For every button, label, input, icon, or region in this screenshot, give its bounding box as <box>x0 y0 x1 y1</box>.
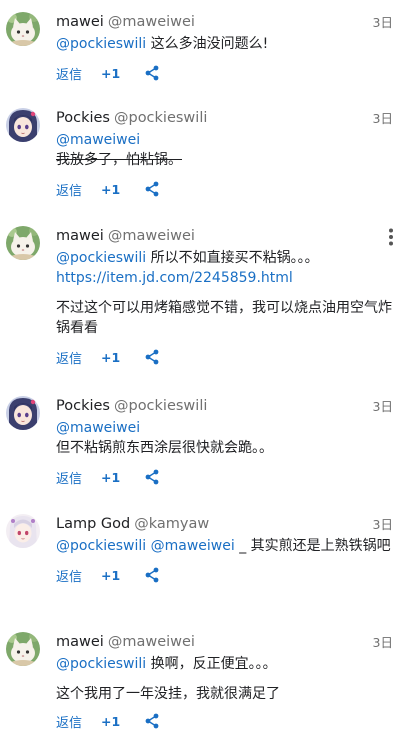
author-handle[interactable]: @pockieswili <box>114 398 207 414</box>
comment-body: @pockieswili 所以不如直接买不粘锅。。。 https://item.… <box>56 248 393 338</box>
author-name[interactable]: mawei <box>56 228 104 244</box>
comment-date: 3日 <box>372 399 393 414</box>
comment-text: 我放多了，怕粘锅。 <box>56 152 182 168</box>
share-icon[interactable] <box>145 349 159 365</box>
comment: Pockies @pockieswili 3日 @maweiwei 但不粘锅煎东西… <box>0 396 409 487</box>
comment-date: 3日 <box>372 15 393 30</box>
comment-body: @maweiwei 我放多了，怕粘锅。 <box>56 130 393 170</box>
comment-text: 这么多油没问题么! <box>146 36 269 52</box>
reply-button[interactable]: 返信 <box>56 180 82 199</box>
comment-actions: 返信 +1 <box>56 565 393 585</box>
mention-link[interactable]: @maweiwei <box>56 420 140 436</box>
mention-link-2[interactable]: @maweiwei <box>151 538 235 554</box>
comment-actions: 返信 +1 <box>56 347 393 367</box>
comment-body: @maweiwei 但不粘锅煎东西涂层很快就会跪。。 <box>56 418 393 458</box>
comment: Lamp God @kamyaw 3日 @pockieswili @maweiwe… <box>0 514 409 585</box>
comment-date: 3日 <box>372 111 393 126</box>
mention-link[interactable]: @pockieswili <box>56 250 146 266</box>
author-handle[interactable]: @maweiwei <box>108 634 195 650</box>
share-icon[interactable] <box>145 65 159 81</box>
comment-header: Lamp God @kamyaw <box>56 514 393 534</box>
comment-date: 3日 <box>372 635 393 650</box>
reply-button[interactable]: 返信 <box>56 712 82 731</box>
cat-avatar-icon[interactable] <box>6 632 40 666</box>
comment-header: mawei @maweiwei <box>56 226 393 246</box>
share-icon[interactable] <box>145 567 159 583</box>
comment-text: 所以不如直接买不粘锅。。。 <box>146 250 319 266</box>
share-icon[interactable] <box>145 469 159 485</box>
comment-text-2: 这个我用了一年没挂，我就很满足了 <box>56 686 280 702</box>
share-icon[interactable] <box>145 713 159 729</box>
author-name[interactable]: mawei <box>56 634 104 650</box>
comment-date: 3日 <box>372 517 393 532</box>
comment-actions: 返信 +1 <box>56 467 393 487</box>
author-handle[interactable]: @kamyaw <box>134 516 209 532</box>
comment: Pockies @pockieswili 3日 @maweiwei 我放多了，怕粘… <box>0 108 409 199</box>
author-name[interactable]: Pockies <box>56 398 110 414</box>
comment-text: _ 其实煎还是上熟铁锅吧 <box>234 538 391 554</box>
plus-one-button[interactable]: +1 <box>101 182 120 197</box>
comment-actions: 返信 +1 <box>56 63 393 83</box>
anime-girl-avatar-icon[interactable] <box>6 108 40 142</box>
plus-one-button[interactable]: +1 <box>101 350 120 365</box>
comment-text: 换啊，反正便宜。。。 <box>146 656 277 672</box>
reply-button[interactable]: 返信 <box>56 566 82 585</box>
comment-header: Pockies @pockieswili <box>56 396 393 416</box>
mention-link[interactable]: @pockieswili <box>56 656 146 672</box>
plus-one-button[interactable]: +1 <box>101 470 120 485</box>
cat-avatar-icon[interactable] <box>6 12 40 46</box>
anime-girl-avatar-icon[interactable] <box>6 396 40 430</box>
mention-link[interactable]: @maweiwei <box>56 132 140 148</box>
comment-actions: 返信 +1 <box>56 711 393 731</box>
share-icon[interactable] <box>145 181 159 197</box>
reply-button[interactable]: 返信 <box>56 64 82 83</box>
author-handle[interactable]: @pockieswili <box>114 110 207 126</box>
comment: mawei @maweiwei 3日 @pockieswili 换啊，反正便宜。。… <box>0 632 409 731</box>
plus-one-button[interactable]: +1 <box>101 66 120 81</box>
comment: mawei @maweiwei 3日 @pockieswili 这么多油没问题么!… <box>0 12 409 83</box>
author-name[interactable]: Pockies <box>56 110 110 126</box>
anime-girl-pink-avatar-icon[interactable] <box>6 514 40 548</box>
comment-header: mawei @maweiwei <box>56 12 393 32</box>
comment-header: mawei @maweiwei <box>56 632 393 652</box>
comment-body: @pockieswili 换啊，反正便宜。。。 这个我用了一年没挂，我就很满足了 <box>56 654 393 704</box>
comment: mawei @maweiwei @pockieswili 所以不如直接买不粘锅。。… <box>0 226 409 367</box>
plus-one-button[interactable]: +1 <box>101 568 120 583</box>
comment-text: 但不粘锅煎东西涂层很快就会跪。。 <box>56 440 273 456</box>
author-handle[interactable]: @maweiwei <box>108 228 195 244</box>
more-options-icon[interactable] <box>387 228 395 246</box>
reply-button[interactable]: 返信 <box>56 468 82 487</box>
author-name[interactable]: Lamp God <box>56 516 130 532</box>
comment-header: Pockies @pockieswili <box>56 108 393 128</box>
cat-avatar-icon[interactable] <box>6 226 40 260</box>
comment-body: @pockieswili 这么多油没问题么! <box>56 34 393 54</box>
plus-one-button[interactable]: +1 <box>101 714 120 729</box>
author-name[interactable]: mawei <box>56 14 104 30</box>
comment-text-2: 不过这个可以用烤箱感觉不错，我可以烧点油用空气炸锅看看 <box>56 300 392 336</box>
reply-button[interactable]: 返信 <box>56 348 82 367</box>
author-handle[interactable]: @maweiwei <box>108 14 195 30</box>
comment-actions: 返信 +1 <box>56 179 393 199</box>
product-link[interactable]: https://item.jd.com/2245859.html <box>56 270 293 286</box>
comment-body: @pockieswili @maweiwei _ 其实煎还是上熟铁锅吧 <box>56 536 393 556</box>
mention-link[interactable]: @pockieswili <box>56 538 146 554</box>
mention-link[interactable]: @pockieswili <box>56 36 146 52</box>
